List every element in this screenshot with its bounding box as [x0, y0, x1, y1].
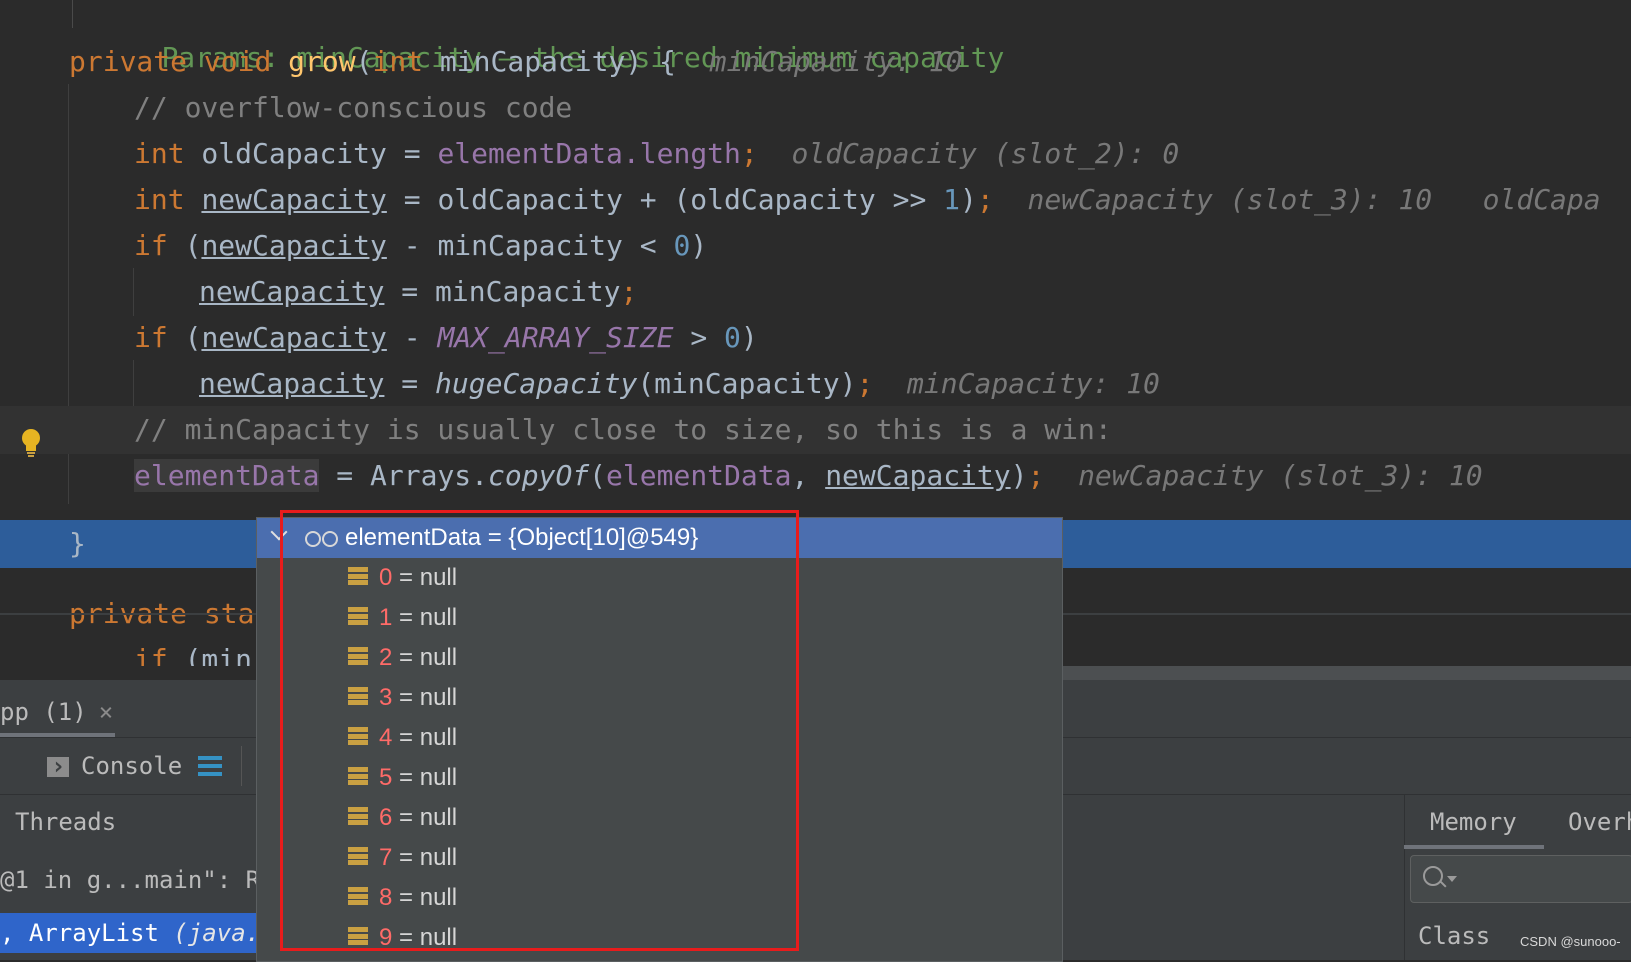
array-element-icon — [348, 567, 368, 589]
code-line-5[interactable]: if (newCapacity - minCapacity < 0) — [0, 222, 1631, 270]
array-element-icon — [348, 647, 368, 669]
code-line-9[interactable]: // minCapacity is usually close to size,… — [0, 406, 1631, 454]
element-value: = null — [392, 684, 458, 711]
array-element-row[interactable]: 9 = null — [257, 918, 1062, 958]
popup-variable-row[interactable]: elementData = {Object[10]@549} — [257, 518, 1062, 558]
doc-guide — [72, 0, 73, 28]
array-element-row[interactable]: 2 = null — [257, 638, 1062, 678]
element-value: = null — [392, 924, 458, 951]
element-index: 2 — [379, 644, 393, 671]
tab-overhead[interactable]: Overh — [1568, 802, 1631, 842]
dropdown-arrow-icon — [1447, 876, 1457, 882]
element-value: = null — [392, 804, 458, 831]
tab-underline — [1404, 845, 1544, 849]
inline-debug-hint: oldCapa — [1482, 183, 1601, 216]
array-element-icon — [348, 767, 368, 789]
element-value: = null — [392, 564, 458, 591]
element-index: 7 — [379, 844, 393, 871]
array-element-row[interactable]: 3 = null — [257, 678, 1062, 718]
element-value: = null — [392, 644, 458, 671]
code-line-7[interactable]: if (newCapacity - MAX_ARRAY_SIZE > 0) — [0, 314, 1631, 362]
watch-glasses-icon — [305, 529, 339, 547]
array-element-icon — [348, 927, 368, 949]
lightbulb-icon[interactable] — [20, 428, 42, 458]
code-line-1[interactable]: private void grow(int minCapacity) { min… — [0, 38, 1631, 86]
array-element-row[interactable]: 8 = null — [257, 878, 1062, 918]
inline-debug-hint: newCapacity (slot_3): 10 — [1078, 459, 1483, 492]
console-icon — [47, 749, 69, 783]
variable-label: elementData = {Object[10]@549} — [345, 524, 699, 551]
array-element-row[interactable]: 0 = null — [257, 558, 1062, 598]
toolbar-separator — [241, 746, 242, 786]
code-line-2[interactable]: // overflow-conscious code — [0, 84, 1631, 132]
code-line-doc: Params: minCapacity – the desired minimu… — [161, 41, 1005, 74]
array-element-icon — [348, 887, 368, 909]
debug-session-tab[interactable]: pp (1) × — [0, 688, 113, 736]
array-element-row[interactable]: 1 = null — [257, 598, 1062, 638]
element-value: = null — [392, 844, 458, 871]
array-element-row[interactable]: 5 = null — [257, 758, 1062, 798]
tab-console[interactable]: Console — [47, 749, 182, 783]
code-line-3[interactable]: int oldCapacity = elementData.length; ol… — [0, 130, 1631, 178]
close-icon[interactable]: × — [99, 698, 113, 726]
array-element-icon — [348, 687, 368, 709]
variable-inspect-popup: elementData = {Object[10]@549} 0 = null 1… — [256, 517, 1063, 962]
element-index: 3 — [379, 684, 393, 711]
horizontal-scrollbar[interactable] — [1060, 666, 1631, 680]
inline-debug-hint: minCapacity: 10 — [709, 45, 963, 78]
code-line-8[interactable]: newCapacity = hugeCapacity(minCapacity);… — [0, 360, 1631, 408]
array-element-row[interactable]: 4 = null — [257, 718, 1062, 758]
element-index: 4 — [379, 724, 393, 751]
array-element-icon — [348, 727, 368, 749]
stack-frame-item[interactable]: , ArrayList (java.util) — [0, 913, 256, 953]
code-line-10[interactable]: elementData = Arrays.copyOf(elementData,… — [0, 452, 1631, 500]
code-line-4[interactable]: int newCapacity = oldCapacity + (oldCapa… — [0, 176, 1631, 224]
inline-debug-hint: minCapacity: 10 — [907, 367, 1160, 400]
element-value: = null — [392, 604, 458, 631]
element-value: = null — [392, 764, 458, 791]
search-icon — [1423, 866, 1443, 886]
element-index: 8 — [379, 884, 393, 911]
element-index: 0 — [379, 564, 393, 591]
array-element-icon — [348, 847, 368, 869]
inline-debug-hint: oldCapacity (slot_2): 0 — [791, 137, 1180, 170]
element-index: 6 — [379, 804, 393, 831]
threads-header: Threads — [15, 808, 117, 836]
inline-debug-hint: newCapacity (slot_3): 10 — [1027, 183, 1433, 216]
array-element-row[interactable]: 6 = null — [257, 798, 1062, 838]
array-element-row[interactable]: 7 = null — [257, 838, 1062, 878]
memory-search-input[interactable] — [1410, 855, 1631, 903]
chevron-down-icon[interactable] — [270, 523, 288, 541]
array-element-icon — [348, 807, 368, 829]
watermark: CSDN @sunooo- — [1520, 934, 1621, 949]
code-line-6[interactable]: newCapacity = minCapacity; — [0, 268, 1631, 316]
tab-memory[interactable]: Memory — [1430, 802, 1517, 842]
array-element-icon — [348, 607, 368, 629]
frames-menu-icon[interactable] — [198, 756, 222, 776]
element-index: 1 — [379, 604, 393, 631]
element-value: = null — [392, 724, 458, 751]
element-value: = null — [392, 884, 458, 911]
element-index: 9 — [379, 924, 393, 951]
element-index: 5 — [379, 764, 393, 791]
class-column-header[interactable]: Class — [1418, 916, 1490, 956]
